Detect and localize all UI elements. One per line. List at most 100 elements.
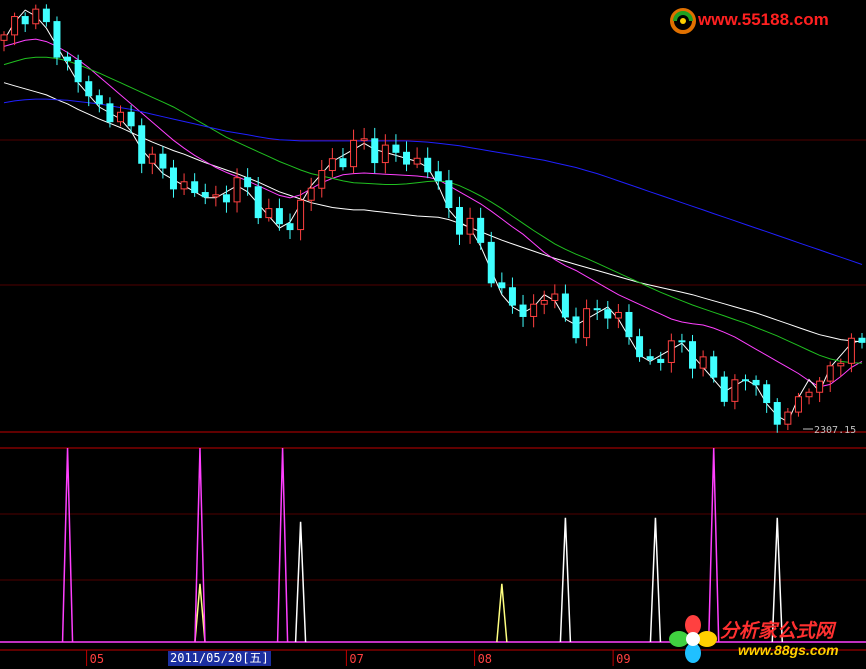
candle-body [85, 81, 93, 97]
cursor-date: 2011/05/20[五] [168, 651, 271, 666]
candle-body [95, 95, 103, 105]
candle-body [593, 308, 601, 311]
candle-body [847, 337, 855, 364]
candle-body [0, 34, 8, 41]
stock-chart: 05 07 08 09 2307.15 [0, 4, 866, 666]
candle-body [805, 391, 813, 398]
candle-body [127, 111, 135, 127]
candle-body [794, 396, 802, 413]
watermark-55188: www.55188.com [668, 6, 862, 36]
candle-body [667, 340, 675, 363]
watermark-name-text: 分析家公式网 [720, 621, 835, 642]
candle-body [784, 411, 792, 425]
candle-body [64, 56, 72, 61]
moving-average-lines [3, 9, 863, 423]
x-tick-label: 05 [90, 652, 104, 666]
candle-body [752, 379, 760, 386]
candle-body [381, 144, 389, 164]
candle-body [816, 380, 824, 393]
candlesticks [0, 4, 866, 433]
candle-body [339, 158, 347, 168]
candle-body [625, 311, 633, 338]
candle-body [138, 125, 146, 164]
candle-body [265, 208, 273, 219]
candle-body [572, 316, 580, 339]
candle-body [826, 365, 834, 382]
candle-body [551, 293, 559, 302]
candle-body [106, 103, 114, 123]
candle-body [360, 138, 368, 141]
candle-body [318, 170, 326, 189]
candle-body [42, 8, 50, 23]
candle-body [508, 287, 516, 306]
watermark-88gs: 分析家公式网 www.88gs.com [668, 612, 864, 666]
candle-body [328, 158, 336, 172]
candle-body [191, 181, 199, 194]
flower-logo-icon [669, 615, 717, 663]
candle-body [275, 208, 283, 225]
candle-body [466, 217, 474, 235]
candle-body [720, 376, 728, 402]
candle-body [169, 167, 177, 190]
candle-body [763, 384, 771, 404]
candle-body [540, 300, 548, 305]
candle-body [487, 241, 495, 284]
moving-average-line [3, 9, 863, 423]
candle-body [21, 16, 29, 25]
candle-body [403, 151, 411, 165]
candle-body [741, 379, 749, 382]
candle-body [222, 194, 230, 203]
candle-body [636, 336, 644, 358]
candle-body [519, 304, 527, 317]
x-tick-label: 09 [616, 652, 630, 666]
swirl-logo-icon [670, 8, 696, 34]
candle-body [212, 194, 220, 198]
candle-body [657, 358, 665, 363]
watermark-url-text: www.88gs.com [738, 642, 839, 658]
candle-body [773, 402, 781, 425]
candle-body [455, 206, 463, 235]
candle-body [699, 356, 707, 369]
candle-body [710, 356, 718, 378]
candle-body [233, 177, 241, 203]
candle-body [254, 186, 262, 219]
candle-body [858, 337, 866, 343]
x-tick-label: 07 [349, 652, 363, 666]
candle-body [424, 157, 432, 173]
candle-body [117, 111, 125, 123]
candle-body [413, 157, 421, 165]
watermark-top-text: www.55188.com [698, 10, 829, 29]
candle-body [646, 356, 654, 360]
candle-body [307, 187, 315, 201]
candle-body [614, 311, 622, 319]
candle-body [201, 192, 209, 198]
candle-body [561, 293, 569, 318]
candle-body [445, 180, 453, 208]
candle-body [477, 217, 485, 243]
x-tick-label: 08 [478, 652, 492, 666]
candle-body [583, 308, 591, 339]
candle-body [604, 309, 612, 319]
candle-body [371, 138, 379, 164]
candle-body [689, 341, 697, 369]
candle-body [159, 153, 167, 169]
candle-body [180, 181, 188, 190]
indicator-spike [194, 447, 206, 643]
candle-body [350, 139, 358, 168]
candle-body [498, 282, 506, 289]
candle-body [297, 199, 305, 231]
candle-body [530, 303, 538, 317]
candle-body [434, 171, 442, 182]
candle-body [244, 177, 252, 188]
candle-body [74, 59, 82, 83]
candle-body [32, 8, 40, 25]
candle-body [11, 16, 19, 36]
indicator-spike [294, 521, 307, 643]
moving-average-line [3, 56, 863, 364]
candle-body [53, 21, 61, 58]
candle-body [392, 144, 400, 153]
candle-body [731, 379, 739, 402]
indicator-spike [276, 447, 289, 643]
indicator-spike [496, 583, 508, 643]
low-price-label: 2307.15 [814, 425, 856, 436]
